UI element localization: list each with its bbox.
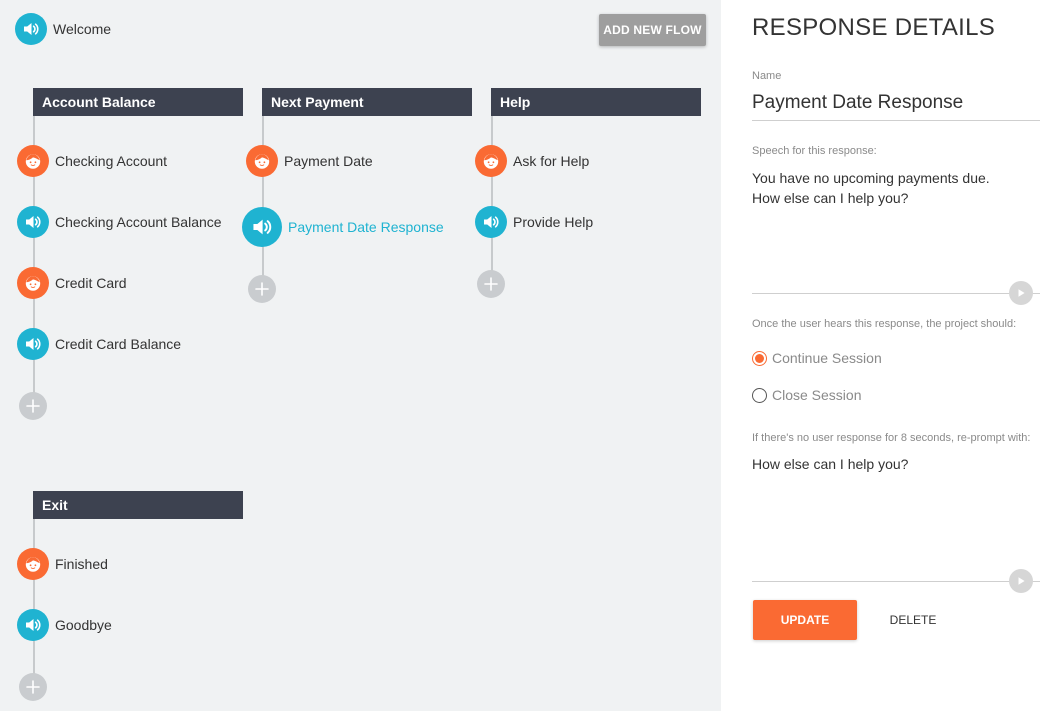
- add-step-button[interactable]: [477, 270, 505, 298]
- speaker-icon: [242, 207, 282, 247]
- node-goodbye[interactable]: Goodbye: [17, 609, 112, 641]
- reprompt-label: If there's no user response for 8 second…: [752, 432, 1031, 444]
- flow-exit: Exit Finished Goodbye: [17, 491, 243, 705]
- radio-label: Continue Session: [772, 350, 882, 366]
- plus-icon: [26, 680, 40, 694]
- plus-icon: [484, 277, 498, 291]
- node-label: Ask for Help: [513, 153, 590, 169]
- speech-label: Speech for this response:: [752, 145, 877, 157]
- speaker-icon: [17, 206, 49, 238]
- flow-header[interactable]: Help: [491, 88, 701, 116]
- speaker-icon: [15, 13, 47, 45]
- delete-button[interactable]: DELETE: [881, 600, 945, 640]
- response-details-panel: RESPONSE DETAILS Name Payment Date Respo…: [721, 0, 1064, 711]
- reprompt-field[interactable]: How else can I help you?: [752, 456, 908, 472]
- flow-connector: [33, 519, 35, 687]
- face-icon: [17, 548, 49, 580]
- face-icon: [246, 145, 278, 177]
- play-reprompt-button[interactable]: [1009, 569, 1033, 593]
- node-label: Payment Date Response: [288, 219, 444, 235]
- add-step-button[interactable]: [19, 673, 47, 701]
- face-icon: [17, 145, 49, 177]
- add-new-flow-button[interactable]: ADD NEW FLOW: [599, 14, 706, 46]
- flow-connector: [262, 116, 264, 290]
- face-icon: [17, 267, 49, 299]
- node-label: Credit Card Balance: [55, 336, 182, 352]
- speaker-icon: [475, 206, 507, 238]
- face-icon: [475, 145, 507, 177]
- speaker-icon: [17, 328, 49, 360]
- node-label: Payment Date: [284, 153, 373, 169]
- name-label: Name: [752, 70, 782, 82]
- flow-help: Help Ask for Help Provide Help: [475, 88, 701, 300]
- divider: [752, 293, 1040, 294]
- plus-icon: [26, 399, 40, 413]
- radio-button[interactable]: [752, 387, 767, 403]
- node-finished[interactable]: Finished: [17, 548, 108, 580]
- flow-account-balance: Account Balance Checking Account Checkin…: [17, 88, 243, 424]
- divider: [752, 581, 1040, 582]
- flow-canvas: Welcome ADD NEW FLOW Account Balance Che…: [0, 0, 721, 711]
- flow-header[interactable]: Next Payment: [262, 88, 472, 116]
- play-icon: [1018, 577, 1025, 585]
- node-label: Checking Account Balance: [55, 214, 222, 230]
- name-field[interactable]: Payment Date Response: [752, 92, 1040, 121]
- close-session-radio[interactable]: Close Session: [752, 387, 862, 403]
- node-ask-for-help[interactable]: Ask for Help: [475, 145, 589, 177]
- node-label: Credit Card: [55, 275, 127, 291]
- node-payment-date-response[interactable]: Payment Date Response: [242, 207, 444, 247]
- node-credit-card-balance[interactable]: Credit Card Balance: [17, 328, 181, 360]
- after-response-label: Once the user hears this response, the p…: [752, 318, 1017, 330]
- panel-title: RESPONSE DETAILS: [752, 14, 996, 41]
- node-provide-help[interactable]: Provide Help: [475, 206, 593, 238]
- welcome-label: Welcome: [53, 21, 112, 37]
- node-credit-card[interactable]: Credit Card: [17, 267, 127, 299]
- flow-connector: [491, 116, 493, 284]
- radio-button[interactable]: [752, 350, 767, 366]
- add-step-button[interactable]: [248, 275, 276, 303]
- radio-label: Close Session: [772, 387, 862, 403]
- update-button[interactable]: UPDATE: [753, 600, 857, 640]
- node-checking-account-balance[interactable]: Checking Account Balance: [17, 206, 222, 238]
- plus-icon: [255, 282, 269, 296]
- node-checking-account[interactable]: Checking Account: [17, 145, 167, 177]
- flow-header[interactable]: Account Balance: [33, 88, 243, 116]
- play-speech-button[interactable]: [1009, 281, 1033, 305]
- speech-field[interactable]: You have no upcoming payments due. How e…: [752, 168, 1032, 208]
- node-payment-date[interactable]: Payment Date: [246, 145, 373, 177]
- welcome-node[interactable]: Welcome: [15, 13, 111, 45]
- add-step-button[interactable]: [19, 392, 47, 420]
- speaker-icon: [17, 609, 49, 641]
- node-label: Finished: [55, 556, 108, 572]
- flow-header[interactable]: Exit: [33, 491, 243, 519]
- flow-next-payment: Next Payment Payment Date Payment Date R…: [242, 88, 472, 308]
- node-label: Checking Account: [55, 153, 168, 169]
- node-label: Provide Help: [513, 214, 594, 230]
- continue-session-radio[interactable]: Continue Session: [752, 350, 882, 366]
- node-label: Goodbye: [55, 617, 112, 633]
- play-icon: [1018, 289, 1025, 297]
